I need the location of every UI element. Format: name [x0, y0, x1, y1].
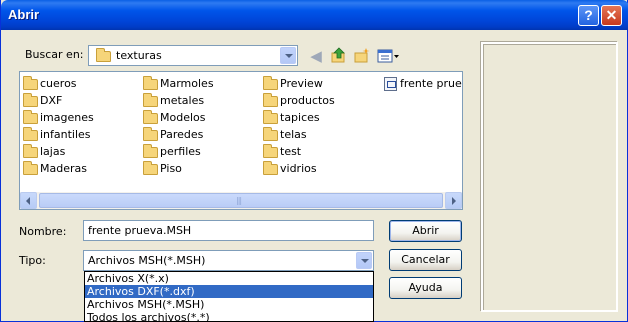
folder-icon — [143, 92, 158, 107]
list-item[interactable]: tapices — [263, 109, 320, 126]
list-item[interactable]: Marmoles — [143, 75, 214, 92]
help-title-button[interactable]: ? — [578, 5, 599, 26]
dropdown-option[interactable]: Archivos X(*.x) — [85, 272, 373, 285]
list-item[interactable]: vidrios — [263, 160, 317, 177]
chevron-down-icon[interactable] — [280, 47, 296, 64]
look-in-combo[interactable]: texturas — [88, 45, 298, 66]
folder-icon — [143, 143, 158, 158]
folder-icon — [23, 92, 38, 107]
window-title: Abrir — [8, 7, 40, 22]
look-in-label: Buscar en: — [25, 48, 84, 61]
preview-pane — [481, 42, 618, 312]
folder-icon — [143, 75, 158, 90]
folder-icon — [143, 160, 158, 175]
folder-icon — [23, 160, 38, 175]
folder-icon — [23, 75, 38, 90]
list-item[interactable]: test — [263, 143, 301, 160]
up-folder-icon[interactable] — [330, 47, 348, 65]
file-list[interactable]: cueros DXF imagenes infantiles lajas Mad… — [19, 71, 463, 210]
list-item[interactable]: productos — [263, 92, 335, 109]
scroll-left-icon[interactable] — [20, 192, 37, 209]
list-item[interactable]: Maderas — [23, 160, 87, 177]
chevron-down-icon[interactable] — [356, 252, 372, 269]
scroll-thumb[interactable] — [39, 193, 443, 208]
type-label: Tipo: — [19, 254, 46, 267]
list-item[interactable]: infantiles — [23, 126, 91, 143]
folder-icon — [96, 48, 111, 62]
list-item[interactable]: telas — [263, 126, 307, 143]
list-item[interactable]: Preview — [263, 75, 323, 92]
title-bar: Abrir ? ✕ — [1, 0, 628, 30]
list-item[interactable]: Modelos — [143, 109, 206, 126]
open-dialog: Abrir ? ✕ Buscar en: texturas ◀ cueros D… — [0, 0, 628, 322]
folder-icon — [23, 126, 38, 141]
horizontal-scrollbar[interactable] — [20, 192, 462, 209]
dropdown-option[interactable]: Archivos MSH(*.MSH) — [85, 298, 373, 311]
folder-icon — [263, 160, 278, 175]
folder-icon — [263, 109, 278, 124]
view-menu-icon[interactable] — [377, 47, 401, 65]
list-item[interactable]: perfiles — [143, 143, 201, 160]
folder-icon — [263, 126, 278, 141]
file-name-input[interactable]: frente prueva.MSH — [83, 220, 374, 241]
folder-icon — [263, 143, 278, 158]
name-label: Nombre: — [19, 225, 67, 238]
dropdown-option[interactable]: Todos los archivos(*.*) — [85, 311, 373, 322]
list-item[interactable]: Paredes — [143, 126, 203, 143]
list-item[interactable]: Piso — [143, 160, 182, 177]
new-folder-icon[interactable] — [353, 47, 371, 65]
list-item[interactable]: metales — [143, 92, 204, 109]
folder-icon — [263, 75, 278, 90]
open-button[interactable]: Abrir — [389, 220, 462, 242]
folder-icon — [23, 143, 38, 158]
folder-icon — [143, 109, 158, 124]
list-item[interactable]: cueros — [23, 75, 77, 92]
folder-icon — [143, 126, 158, 141]
list-item[interactable]: DXF — [23, 92, 62, 109]
folder-icon — [263, 92, 278, 107]
file-icon — [384, 77, 397, 91]
file-type-dropdown[interactable]: Archivos X(*.x) Archivos DXF(*.dxf) Arch… — [84, 271, 374, 322]
file-type-value: Archivos MSH(*.MSH) — [88, 254, 206, 267]
look-in-value: texturas — [116, 49, 162, 62]
dropdown-option-selected[interactable]: Archivos DXF(*.dxf) — [85, 285, 373, 298]
file-type-combo[interactable]: Archivos MSH(*.MSH) — [83, 250, 374, 271]
list-item[interactable]: imagenes — [23, 109, 94, 126]
scroll-right-icon[interactable] — [445, 192, 462, 209]
cancel-button[interactable]: Cancelar — [389, 249, 462, 271]
folder-icon — [23, 109, 38, 124]
list-item[interactable]: frente pruev — [384, 76, 462, 92]
help-button[interactable]: Ayuda — [389, 277, 462, 299]
back-icon[interactable]: ◀ — [307, 47, 325, 65]
close-button[interactable]: ✕ — [601, 5, 622, 26]
list-item[interactable]: lajas — [23, 143, 65, 160]
